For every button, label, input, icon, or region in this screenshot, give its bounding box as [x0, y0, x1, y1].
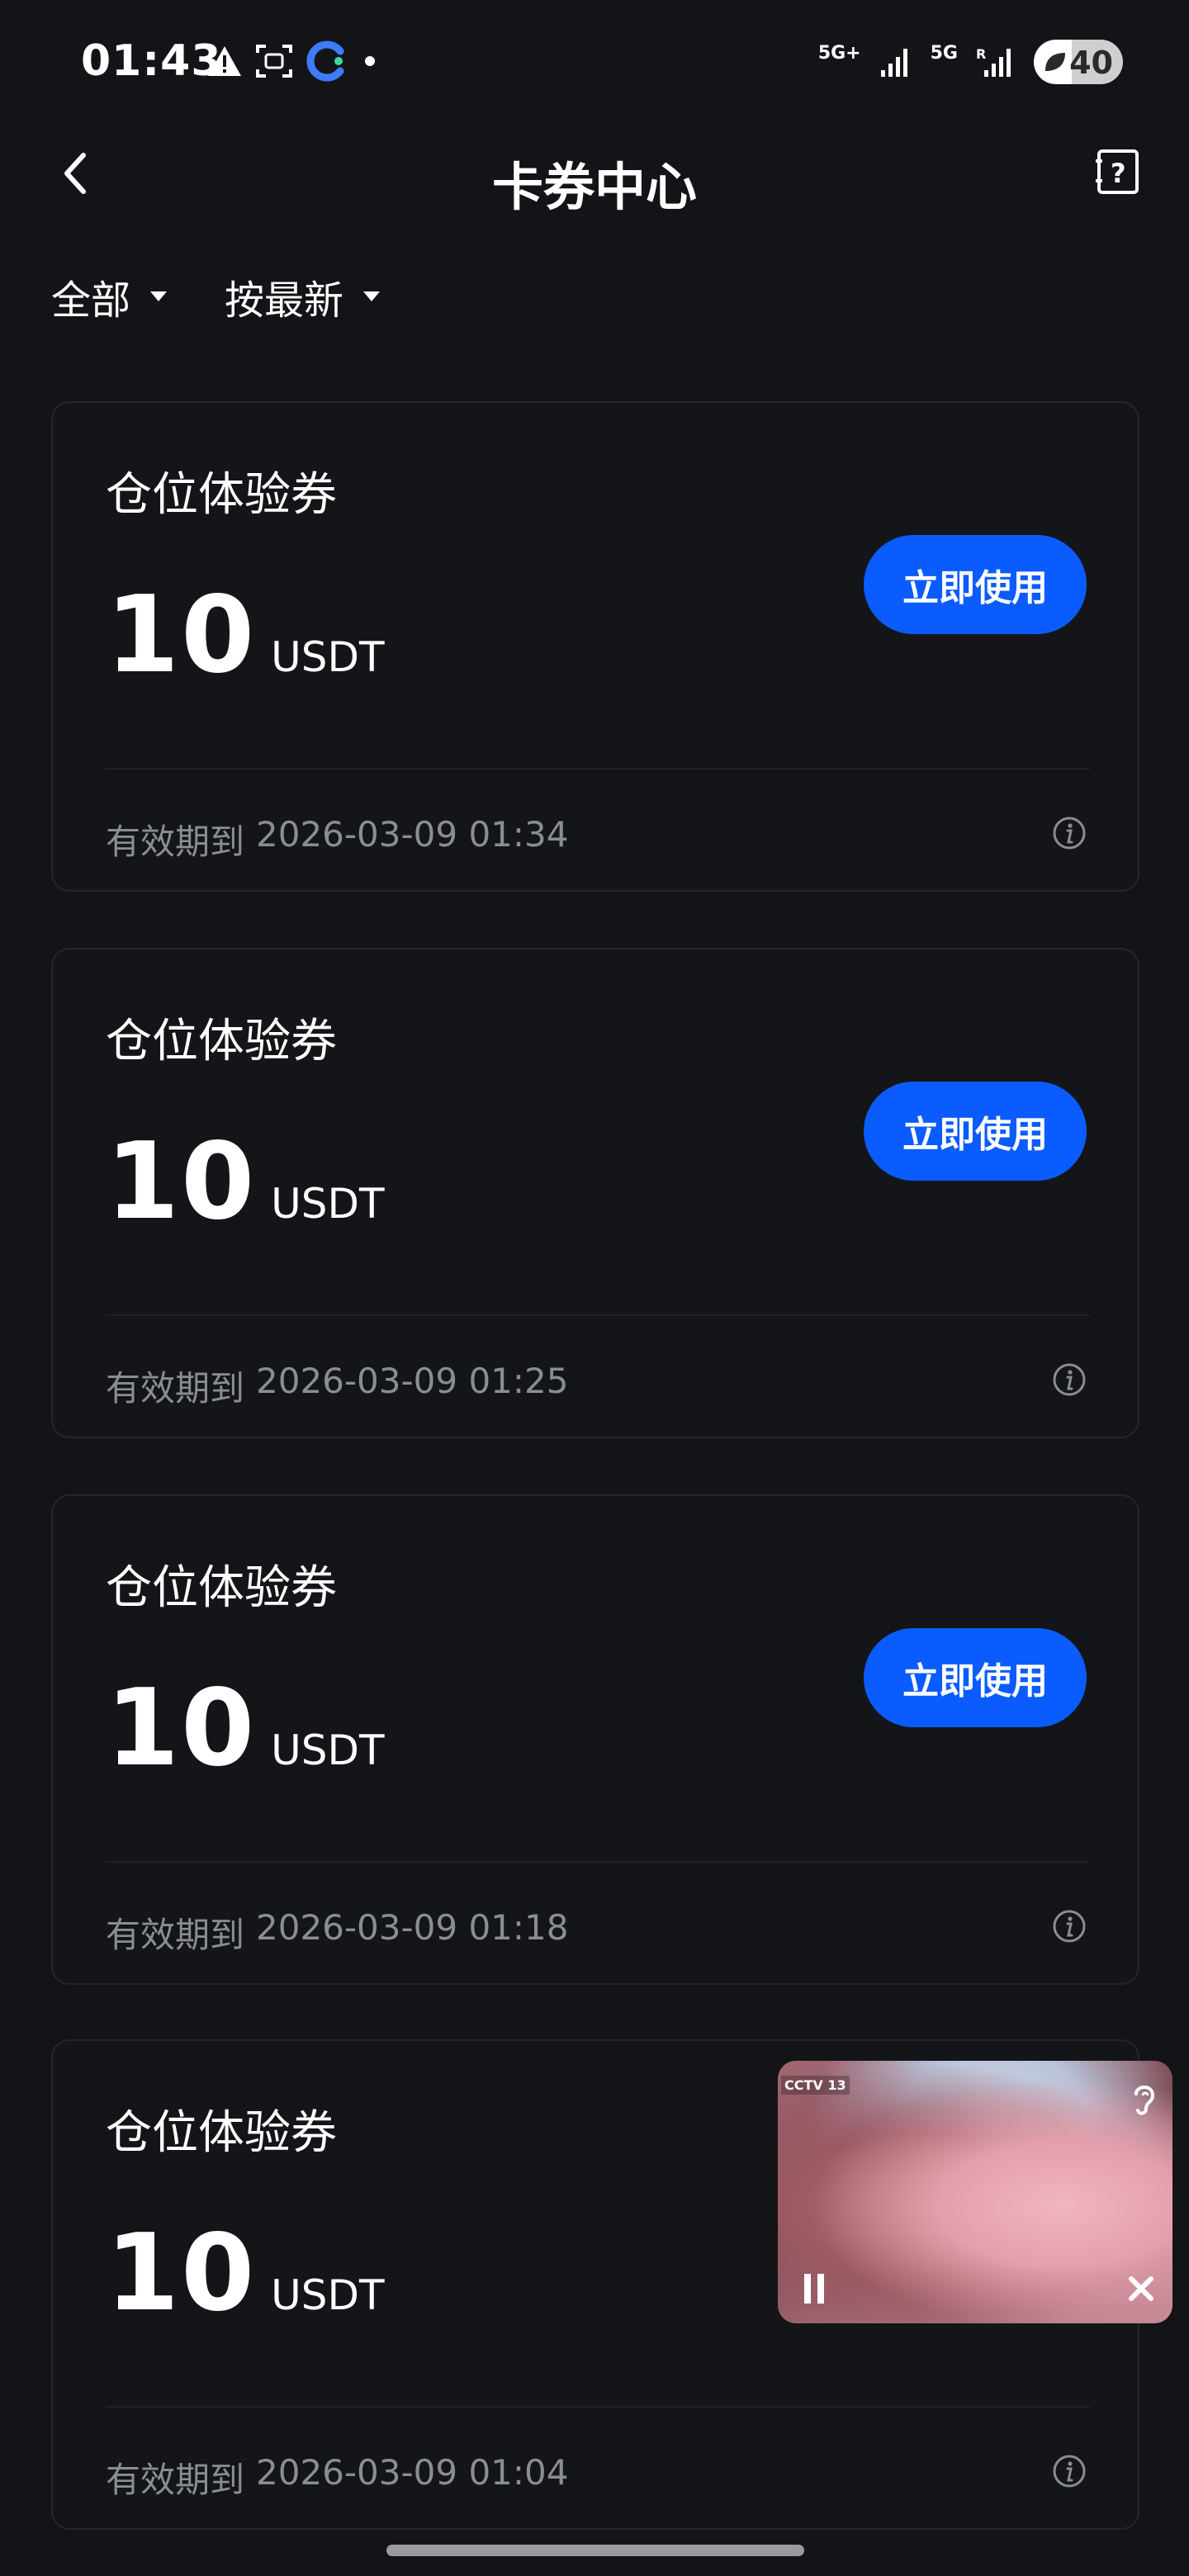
help-document-icon: ?: [1096, 149, 1139, 194]
coupon-amount-value: 10: [106, 1120, 257, 1243]
coupon-amount-value: 10: [106, 2212, 257, 2335]
network-type-1: 5G+: [818, 45, 861, 63]
expiry-label: 有效期到: [106, 1368, 245, 1409]
coupon-card: 仓位体验券 10 USDT 立即使用 有效期到 2026-03-09 01:18: [51, 1494, 1139, 1985]
pause-button[interactable]: [791, 2266, 837, 2312]
coupon-title: 仓位体验券: [106, 468, 337, 522]
help-button[interactable]: ?: [1092, 145, 1144, 198]
category-filter-label: 全部: [51, 277, 131, 324]
divider: [106, 1314, 1090, 1316]
expiry-date: 2026-03-09 01:18: [256, 1907, 569, 1948]
network-type-2: 5G: [931, 45, 958, 63]
coupon-amount-value: 10: [106, 1667, 257, 1790]
coupon-expiry: 有效期到 2026-03-09 01:34: [106, 814, 569, 864]
notification-dot-icon: [365, 56, 375, 66]
info-icon[interactable]: [1052, 2454, 1087, 2488]
app-header: 卡券中心 ?: [0, 124, 1189, 231]
coupon-title: 仓位体验券: [106, 2106, 337, 2160]
expiry-label: 有效期到: [106, 822, 245, 862]
pause-icon: [804, 2274, 824, 2304]
caret-down-icon: [363, 291, 381, 301]
info-icon[interactable]: [1052, 1362, 1087, 1397]
page-title: 卡券中心: [491, 157, 697, 217]
coupon-amount: 10 USDT: [106, 2221, 385, 2327]
battery-indicator: 40: [1034, 40, 1123, 84]
svg-text:?: ?: [1111, 158, 1126, 189]
use-now-button[interactable]: 立即使用: [864, 535, 1087, 634]
category-filter[interactable]: 全部: [51, 268, 168, 325]
status-time: 01:43: [81, 36, 222, 86]
close-video-button[interactable]: [1118, 2266, 1164, 2312]
coupon-card: 仓位体验券 10 USDT 立即使用 有效期到 2026-03-09 01:25: [51, 948, 1139, 1438]
coupon-card: 仓位体验券 10 USDT 立即使用 有效期到 2026-03-09 01:34: [51, 401, 1139, 892]
screenshot-icon: [256, 45, 292, 78]
coupon-amount: 10 USDT: [106, 583, 385, 689]
coupon-expiry: 有效期到 2026-03-09 01:04: [106, 2452, 569, 2503]
expiry-date: 2026-03-09 01:34: [256, 814, 569, 855]
sort-filter[interactable]: 按最新: [225, 268, 381, 325]
coupon-amount-unit: USDT: [271, 633, 385, 681]
expiry-date: 2026-03-09 01:04: [256, 2452, 569, 2493]
expiry-date: 2026-03-09 01:25: [256, 1361, 569, 1401]
use-now-button[interactable]: 立即使用: [864, 1628, 1087, 1727]
status-left-icons: [206, 40, 380, 83]
sort-filter-label: 按最新: [225, 277, 344, 324]
svg-text:R: R: [976, 46, 986, 62]
coupon-title: 仓位体验券: [106, 1561, 337, 1615]
info-icon[interactable]: [1052, 1909, 1087, 1944]
coupon-expiry: 有效期到 2026-03-09 01:25: [106, 1361, 569, 1411]
leaf-icon: [1045, 53, 1065, 71]
network-label-2: 5G: [930, 43, 958, 64]
coupon-amount: 10 USDT: [106, 1676, 385, 1782]
coupon-amount-unit: USDT: [271, 2271, 385, 2319]
battery-level: 40: [1069, 45, 1113, 81]
expiry-label: 有效期到: [106, 2460, 245, 2500]
coupon-title: 仓位体验券: [106, 1015, 337, 1068]
coupon-amount: 10 USDT: [106, 1129, 385, 1235]
coupon-amount-value: 10: [106, 574, 257, 697]
divider: [106, 2406, 1090, 2408]
info-icon[interactable]: [1052, 816, 1087, 850]
divider: [106, 1861, 1090, 1863]
status-bar: 01:43 5G+ 5G R 40: [0, 0, 1189, 124]
warning-icon: [208, 46, 241, 76]
app-c-icon: [306, 40, 344, 82]
filter-bar: 全部 按最新: [51, 268, 381, 325]
channel-logo: CCTV 13: [781, 2076, 850, 2095]
caret-down-icon: [150, 291, 168, 301]
divider: [106, 768, 1090, 769]
home-indicator[interactable]: [386, 2545, 804, 2556]
ear-icon: [1135, 2086, 1155, 2115]
close-icon: [1129, 2276, 1153, 2301]
expiry-label: 有效期到: [106, 1915, 245, 1955]
coupon-amount-unit: USDT: [271, 1726, 385, 1774]
floating-video-player[interactable]: CCTV 13: [778, 2061, 1172, 2323]
audio-button[interactable]: [1121, 2076, 1168, 2122]
signal-icon: [880, 49, 907, 77]
network-label-1: 5G+: [817, 43, 861, 64]
signal-roaming-icon: R: [976, 46, 1011, 77]
status-right-icons: 5G+ 5G R 40: [818, 40, 1123, 84]
coupon-expiry: 有效期到 2026-03-09 01:18: [106, 1907, 569, 1958]
coupon-amount-unit: USDT: [271, 1180, 385, 1228]
use-now-button[interactable]: 立即使用: [864, 1082, 1087, 1181]
